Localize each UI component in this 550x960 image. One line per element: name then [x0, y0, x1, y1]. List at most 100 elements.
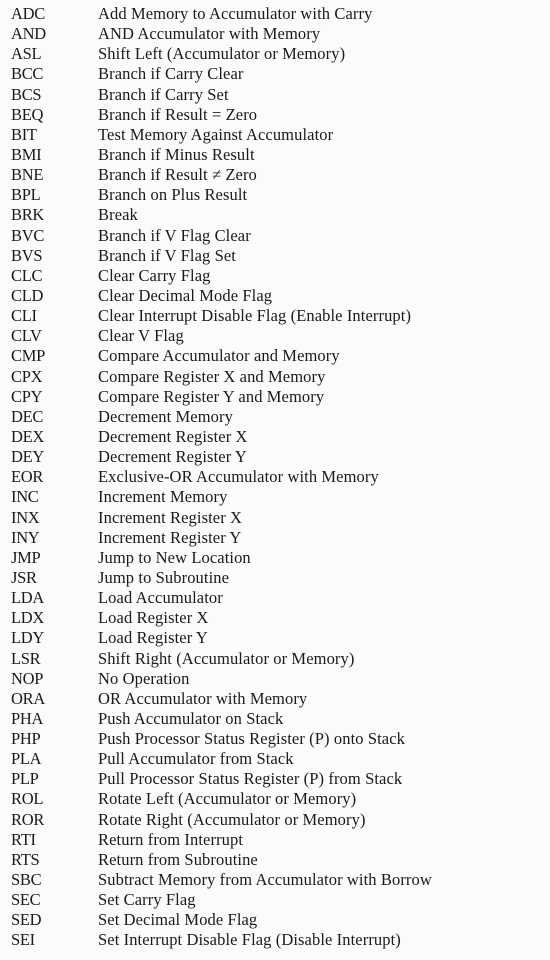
description: Exclusive-OR Accumulator with Memory — [98, 467, 379, 487]
description: Compare Accumulator and Memory — [98, 346, 340, 366]
mnemonic: SEC — [11, 890, 41, 910]
instruction-row: SED Set Decimal Mode Flag — [0, 910, 550, 930]
mnemonic: BCS — [11, 84, 42, 104]
instruction-row: BMI Branch if Minus Result — [0, 145, 550, 165]
description: Rotate Left (Accumulator or Memory) — [98, 789, 357, 809]
description: AND Accumulator with Memory — [98, 24, 321, 44]
description: Return from Subroutine — [98, 849, 258, 869]
instruction-row: BCC Branch if Carry Clear — [0, 64, 550, 84]
instruction-row: CPY Compare Register Y and Memory — [0, 387, 550, 407]
instruction-row: DEY Decrement Register Y — [0, 447, 550, 467]
mnemonic: EOR — [11, 467, 44, 487]
description: Set Interrupt Disable Flag (Disable Inte… — [98, 930, 401, 950]
description: Decrement Register Y — [98, 447, 247, 467]
mnemonic: CLC — [11, 265, 43, 285]
instruction-row: PHP Push Processor Status Register (P) on… — [0, 729, 550, 749]
description: Rotate Right (Accumulator or Memory) — [98, 809, 366, 829]
mnemonic: RTS — [11, 849, 40, 869]
instruction-row: INC Increment Memory — [0, 487, 550, 507]
mnemonic: PLP — [11, 769, 39, 789]
description: Branch on Plus Result — [98, 185, 248, 205]
mnemonic: CLV — [11, 326, 42, 346]
description: Pull Processor Status Register (P) from … — [98, 769, 403, 789]
instruction-row: CLI Clear Interrupt Disable Flag (Enable … — [0, 306, 550, 326]
mnemonic: PLA — [11, 749, 42, 769]
mnemonic: LSR — [11, 648, 41, 668]
mnemonic: INC — [11, 487, 39, 507]
mnemonic: PHP — [11, 729, 41, 749]
instruction-row: INY Increment Register Y — [0, 528, 550, 548]
description: Branch if Carry Clear — [98, 64, 244, 84]
description: Jump to Subroutine — [98, 567, 230, 587]
instruction-row: BIT Test Memory Against Accumulator — [0, 125, 550, 145]
mnemonic: CMP — [11, 346, 45, 366]
instruction-row: JMP Jump to New Location — [0, 548, 550, 568]
mnemonic: AND — [11, 24, 46, 44]
mnemonic: BVC — [11, 225, 45, 245]
mnemonic: JMP — [11, 547, 41, 567]
description: Clear Interrupt Disable Flag (Enable Int… — [98, 306, 412, 326]
instruction-row: ROL Rotate Left (Accumulator or Memory) — [0, 789, 550, 809]
instruction-row: AND AND Accumulator with Memory — [0, 24, 550, 44]
description: Set Decimal Mode Flag — [98, 910, 258, 930]
instruction-row: LDX Load Register X — [0, 608, 550, 628]
instruction-row: ROR Rotate Right (Accumulator or Memory) — [0, 810, 550, 830]
mnemonic: BPL — [11, 185, 41, 205]
description: Clear Decimal Mode Flag — [98, 285, 273, 305]
description: Increment Register Y — [98, 527, 242, 547]
instruction-row: CMP Compare Accumulator and Memory — [0, 346, 550, 366]
description: Push Accumulator on Stack — [98, 708, 284, 728]
description: Compare Register Y and Memory — [98, 386, 325, 406]
description: Load Accumulator — [98, 588, 223, 608]
instruction-row: RTS Return from Subroutine — [0, 850, 550, 870]
mnemonic: LDY — [11, 628, 45, 648]
mnemonic: BIT — [11, 124, 37, 144]
mnemonic: BNE — [11, 165, 44, 185]
mnemonic: SED — [11, 910, 42, 930]
mnemonic: DEX — [11, 426, 45, 446]
mnemonic: ADC — [11, 4, 45, 23]
mnemonic: INX — [11, 507, 40, 527]
mnemonic: BEQ — [11, 104, 44, 124]
description: Jump to New Location — [98, 547, 251, 567]
mnemonic: ASL — [11, 44, 42, 64]
mnemonic: ORA — [11, 688, 45, 708]
description: OR Accumulator with Memory — [98, 688, 308, 708]
description: Branch if Result ≠ Zero — [98, 165, 257, 185]
instruction-row: CLV Clear V Flag — [0, 326, 550, 346]
instruction-row: DEX Decrement Register X — [0, 427, 550, 447]
mnemonic: BCC — [11, 64, 44, 84]
instruction-row: CLD Clear Decimal Mode Flag — [0, 286, 550, 306]
mnemonic: CLI — [11, 306, 37, 326]
description: Clear Carry Flag — [98, 265, 211, 285]
description: Subtract Memory from Accumulator with Bo… — [98, 870, 432, 890]
mnemonic: CLD — [11, 285, 44, 305]
description: Branch if Minus Result — [98, 144, 255, 164]
mnemonic: JSR — [11, 567, 37, 587]
instruction-list: ADC Add Memory to Accumulator with Carry A… — [0, 4, 550, 951]
instruction-row: PLP Pull Processor Status Register (P) fr… — [0, 769, 550, 789]
instruction-row: PHA Push Accumulator on Stack — [0, 709, 550, 729]
mnemonic: PHA — [11, 708, 44, 728]
instruction-row: SBC Subtract Memory from Accumulator with… — [0, 870, 550, 890]
mnemonic: BRK — [11, 205, 45, 225]
description: Shift Right (Accumulator or Memory) — [98, 648, 355, 668]
mnemonic: ROL — [11, 789, 44, 809]
description: Compare Register X and Memory — [98, 366, 326, 386]
instruction-row: BNE Branch if Result ≠ Zero — [0, 165, 550, 185]
mnemonic: BMI — [11, 144, 42, 164]
description: Decrement Register X — [98, 426, 248, 446]
instruction-row: BVS Branch if V Flag Set — [0, 246, 550, 266]
instruction-row: LSR Shift Right (Accumulator or Memory) — [0, 649, 550, 669]
description: Break — [98, 205, 138, 225]
description: No Operation — [98, 668, 190, 688]
instruction-row: ASL Shift Left (Accumulator or Memory) — [0, 44, 550, 64]
description: Decrement Memory — [98, 406, 233, 426]
mnemonic: NOP — [11, 668, 44, 688]
description: Branch if Carry Set — [98, 84, 229, 104]
instruction-row: DEC Decrement Memory — [0, 407, 550, 427]
instruction-row: SEC Set Carry Flag — [0, 890, 550, 910]
description: Load Register Y — [98, 628, 208, 648]
instruction-row: ORA OR Accumulator with Memory — [0, 689, 550, 709]
instruction-row: JSR Jump to Subroutine — [0, 568, 550, 588]
